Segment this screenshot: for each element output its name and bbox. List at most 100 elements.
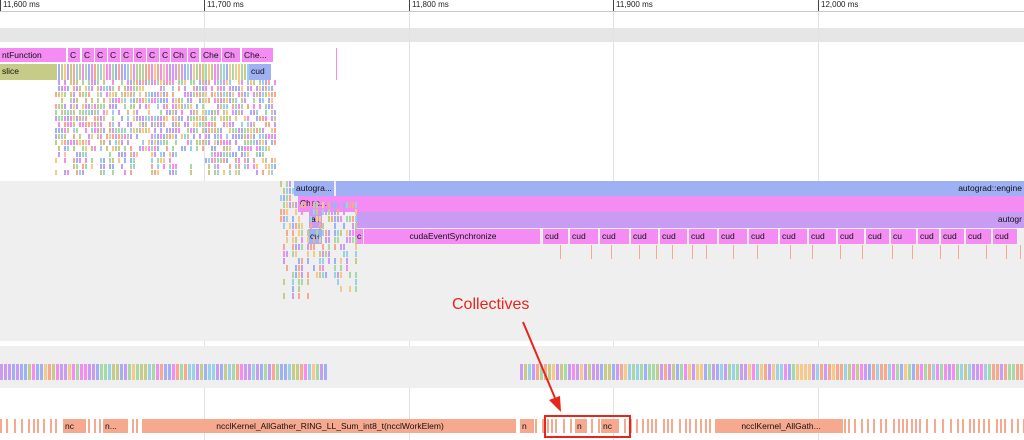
nested-slice: [58, 128, 60, 133]
slice-cud[interactable]: cud: [866, 229, 889, 244]
nested-slice: [316, 209, 318, 215]
nested-slice: [190, 170, 192, 175]
slice-n[interactable]: n: [520, 419, 534, 433]
slice-slice[interactable]: slice: [0, 64, 55, 80]
nested-slice: [6, 419, 8, 433]
slice-autograd[interactable]: autogra...: [294, 181, 334, 196]
slice[interactable]: Che...: [242, 48, 273, 62]
nested-slice: [328, 209, 330, 215]
slice-cud[interactable]: cud: [600, 229, 629, 244]
nested-slice: [223, 116, 225, 121]
nested-slice: [744, 364, 747, 380]
nested-slice: [328, 251, 330, 257]
slice[interactable]: C: [121, 48, 133, 62]
slice-autograd-engine[interactable]: autograd::engine: [336, 181, 1024, 196]
slice-cud[interactable]: cud: [809, 229, 836, 244]
nested-slice: [848, 364, 851, 380]
nested-slice: [157, 92, 159, 97]
slice-cud[interactable]: cud: [941, 229, 964, 244]
nested-slice: [980, 364, 983, 380]
nested-slice: [684, 364, 687, 380]
nested-slice: [848, 419, 850, 433]
nested-slice: [97, 122, 99, 127]
nested-slice: [229, 152, 231, 157]
nested-slice: [109, 134, 111, 139]
slice[interactable]: C: [147, 48, 159, 62]
cpu-thread-track-2[interactable]: autogra... autograd::engine Chec... au a…: [0, 181, 1024, 341]
nested-slice: [274, 128, 276, 133]
gpu-nccl-track[interactable]: nc n... ncclKernel_AllGather_RING_LL_Sum…: [0, 392, 1024, 440]
nested-slice: [190, 128, 192, 133]
nested-slice: [705, 419, 707, 433]
slice-cud[interactable]: cud: [780, 229, 807, 244]
nested-slice: [64, 92, 66, 97]
cuda-stream-track[interactable]: [0, 346, 1024, 388]
slice-n[interactable]: n...: [103, 419, 127, 433]
nested-slice: [61, 98, 63, 103]
nested-slice: [232, 92, 234, 97]
slice-cud[interactable]: cud: [570, 229, 598, 244]
slice-cud[interactable]: cud: [543, 229, 568, 244]
slice[interactable]: C: [82, 48, 94, 62]
nested-slice: [100, 92, 102, 97]
slice[interactable]: C: [188, 48, 199, 62]
nested-slice: [268, 98, 270, 103]
slice-cud[interactable]: cud: [918, 229, 939, 244]
slice-autogr[interactable]: autogr: [356, 212, 1024, 228]
nested-slice: [256, 140, 258, 145]
slice[interactable]: Che: [201, 48, 221, 62]
nested-slice: [172, 110, 174, 115]
nested-slice: [226, 116, 228, 121]
slice-cud[interactable]: cud: [689, 229, 717, 244]
nested-slice: [220, 86, 222, 91]
slice-cudaEventSynchronize[interactable]: cudaEventSynchronize: [364, 229, 540, 244]
slice-cud[interactable]: cud: [993, 229, 1017, 244]
slice[interactable]: Ch: [171, 48, 187, 62]
time-ruler[interactable]: 11,600 ms 11,700 ms 11,800 ms 11,900 ms …: [0, 0, 1024, 12]
slice[interactable]: Ch: [222, 48, 240, 62]
nested-slice: [88, 86, 90, 91]
nested-slice: [220, 128, 222, 133]
slice[interactable]: C: [134, 48, 146, 62]
nested-slice: [118, 128, 120, 133]
slice-cud[interactable]: cud: [838, 229, 864, 244]
nested-slice: [103, 170, 105, 175]
nested-slice: [196, 104, 198, 109]
nested-slice: [247, 104, 249, 109]
slice-function[interactable]: ntFunction: [0, 48, 66, 62]
slice-cud[interactable]: cud: [966, 229, 991, 244]
nested-slice: [82, 104, 84, 109]
nested-slice: [280, 195, 282, 201]
nested-slice: [208, 364, 211, 380]
slice-cud[interactable]: cud: [631, 229, 658, 244]
slice-check-tail[interactable]: [338, 196, 1024, 212]
slice-nc[interactable]: nc: [63, 419, 85, 433]
nested-slice: [208, 110, 210, 115]
nested-slice: [265, 104, 267, 109]
slice-cud[interactable]: cud: [660, 229, 687, 244]
slice-nccl-allgather[interactable]: ncclKernel_AllGather_RING_LL_Sum_int8_t(…: [142, 419, 516, 433]
slice-cud[interactable]: cud: [749, 229, 778, 244]
nested-slice: [67, 64, 69, 80]
slice[interactable]: C: [68, 48, 80, 62]
nested-slice: [208, 158, 210, 163]
slice-cud[interactable]: cud: [249, 64, 271, 80]
slice-cud[interactable]: cu: [891, 229, 916, 244]
slice-nccl-allgather-2[interactable]: ncclKernel_AllGath...: [717, 419, 843, 433]
nested-slice: [235, 110, 237, 115]
cpu-thread-track-1[interactable]: ntFunction C C C C C C C C Ch C Che Ch C…: [0, 46, 1024, 176]
nested-slice: [655, 419, 657, 433]
slice[interactable]: C: [160, 48, 170, 62]
nested-slice: [307, 272, 309, 278]
nested-slice: [844, 364, 847, 380]
nested-slice: [244, 152, 246, 157]
nested-slice: [259, 116, 261, 121]
slice[interactable]: C: [95, 48, 107, 62]
nested-slice: [301, 209, 303, 215]
nested-slice: [58, 134, 60, 139]
slice-cud[interactable]: cud: [719, 229, 747, 244]
nested-slice: [252, 364, 255, 380]
nested-slice: [915, 419, 917, 433]
nested-slice: [55, 128, 57, 133]
slice[interactable]: C: [108, 48, 120, 62]
